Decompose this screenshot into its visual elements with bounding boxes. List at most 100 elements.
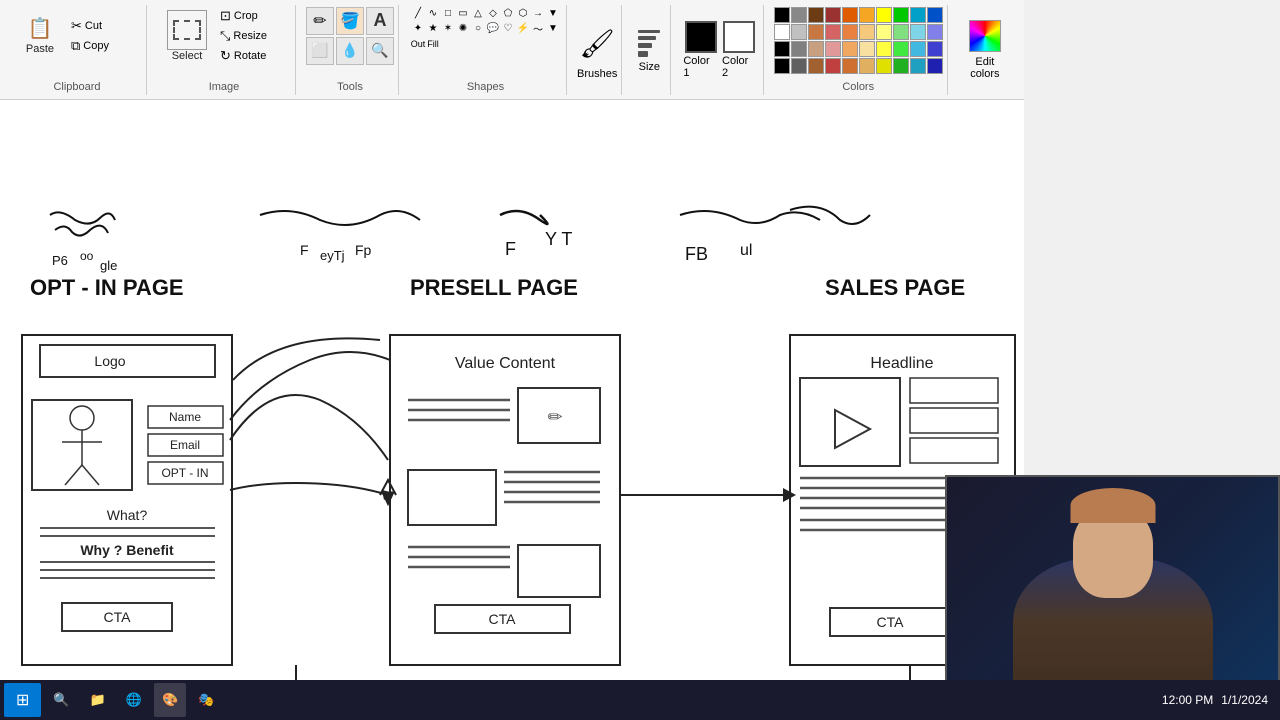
palette-color-15[interactable] [859,24,875,40]
rotate-button[interactable]: ↻ Rotate [217,47,287,65]
fill-btn[interactable]: Fill [426,37,440,51]
palette-color-38[interactable] [910,58,926,74]
svg-text:OPT - IN: OPT - IN [161,466,208,480]
size-line2 [638,36,656,40]
color2-swatch[interactable] [723,21,755,53]
palette-color-31[interactable] [791,58,807,74]
palette-color-24[interactable] [842,41,858,57]
brushes-button[interactable]: 🖌 [578,20,616,68]
triangle-shape[interactable]: △ [471,7,485,21]
rect-shape[interactable]: □ [441,7,455,21]
more-shapes2[interactable]: ▼ [546,22,560,36]
palette-color-6[interactable] [876,7,892,23]
palette-color-25[interactable] [859,41,875,57]
drawing-tools-row1: ✏ 🪣 A [306,7,394,35]
svg-text:FB: FB [685,244,708,264]
palette-color-35[interactable] [859,58,875,74]
size-line1 [638,30,660,33]
palette-color-17[interactable] [893,24,909,40]
color-picker-button[interactable]: 💧 [336,37,364,65]
start-button[interactable]: ⊞ [4,683,41,717]
palette-color-21[interactable] [791,41,807,57]
paste-button[interactable]: 📋 Paste [16,7,64,65]
media-button[interactable]: 🎭 [190,683,222,717]
star6-shape[interactable]: ✶ [441,22,455,36]
lightning-shape[interactable]: ⚡ [516,22,530,36]
palette-color-22[interactable] [808,41,824,57]
star4-shape[interactable]: ✦ [411,22,425,36]
palette-color-29[interactable] [927,41,943,57]
palette-color-34[interactable] [842,58,858,74]
palette-color-14[interactable] [842,24,858,40]
search-button-taskbar[interactable]: 🔍 [45,683,77,717]
edit-colors-button[interactable]: Edit colors [954,5,1016,95]
palette-color-18[interactable] [910,24,926,40]
file-explorer-button[interactable]: 📁 [82,683,114,717]
curve-shape[interactable]: ∿ [426,7,440,21]
canvas-area[interactable]: P6 oo gle F eyTj Fp F Y T FB ul OPT - IN… [0,100,1024,694]
palette-color-33[interactable] [825,58,841,74]
diamond-shape[interactable]: ◇ [486,7,500,21]
size-display[interactable] [634,26,664,61]
text-button[interactable]: A [366,7,394,35]
callout-shape[interactable]: 💬 [486,22,500,36]
palette-color-10[interactable] [774,24,790,40]
color2-label: Color 2 [722,55,757,79]
fill-button[interactable]: 🪣 [336,7,364,35]
line-shape[interactable]: ╱ [411,7,425,21]
color1-swatch[interactable] [685,21,717,53]
palette-color-30[interactable] [774,58,790,74]
paint-button-taskbar[interactable]: 🎨 [154,683,186,717]
roundrect-shape[interactable]: ▭ [456,7,470,21]
palette-color-37[interactable] [893,58,909,74]
palette-color-27[interactable] [893,41,909,57]
heart-shape[interactable]: ♡ [501,22,515,36]
palette-color-9[interactable] [927,7,943,23]
outline-btn[interactable]: Out [411,37,425,51]
palette-color-19[interactable] [927,24,943,40]
image-tools: ⊡ Crop ⤡ Resize ↻ Rotate [217,7,287,65]
palette-color-0[interactable] [774,7,790,23]
palette-color-39[interactable] [927,58,943,74]
palette-color-16[interactable] [876,24,892,40]
palette-color-13[interactable] [825,24,841,40]
browser-button[interactable]: 🌐 [118,683,150,717]
star5-shape[interactable]: ★ [426,22,440,36]
cut-button[interactable]: ✂ Cut [68,17,138,35]
svg-text:PRESELL PAGE: PRESELL PAGE [410,275,578,300]
select-image-button[interactable]: Select [161,7,213,65]
pentagon-shape[interactable]: ⬠ [501,7,515,21]
zoom-button[interactable]: 🔍 [366,37,394,65]
palette-color-5[interactable] [859,7,875,23]
palette-color-1[interactable] [791,7,807,23]
arrow-shape[interactable]: → [531,7,545,21]
palette-color-7[interactable] [893,7,909,23]
clipboard-row: 📋 Paste ✂ Cut ⧉ Copy [16,7,138,65]
palette-color-4[interactable] [842,7,858,23]
palette-color-36[interactable] [876,58,892,74]
person-hair [1070,488,1155,523]
more-shapes[interactable]: ▼ [546,7,560,21]
palette-color-3[interactable] [825,7,841,23]
hexagon-shape[interactable]: ⬡ [516,7,530,21]
crop-button[interactable]: ⊡ Crop [217,7,287,25]
palette-color-12[interactable] [808,24,824,40]
palette-color-20[interactable] [774,41,790,57]
ellipse-shape[interactable]: ○ [471,22,485,36]
resize-button[interactable]: ⤡ Resize [217,27,287,45]
palette-color-11[interactable] [791,24,807,40]
palette-color-32[interactable] [808,58,824,74]
palette-color-26[interactable] [876,41,892,57]
wave-shape[interactable]: 〜 [531,22,545,36]
crop-label: Crop [234,10,258,22]
palette-color-2[interactable] [808,7,824,23]
eraser-button[interactable]: ⬜ [306,37,334,65]
brushes-label: Brushes [577,68,617,80]
burst4-shape[interactable]: ✺ [456,22,470,36]
copy-button[interactable]: ⧉ Copy [68,37,138,55]
pencil-button[interactable]: ✏ [306,7,334,35]
palette-color-28[interactable] [910,41,926,57]
palette-color-23[interactable] [825,41,841,57]
palette-color-8[interactable] [910,7,926,23]
drawing-tools-row2: ⬜ 💧 🔍 [306,37,394,65]
